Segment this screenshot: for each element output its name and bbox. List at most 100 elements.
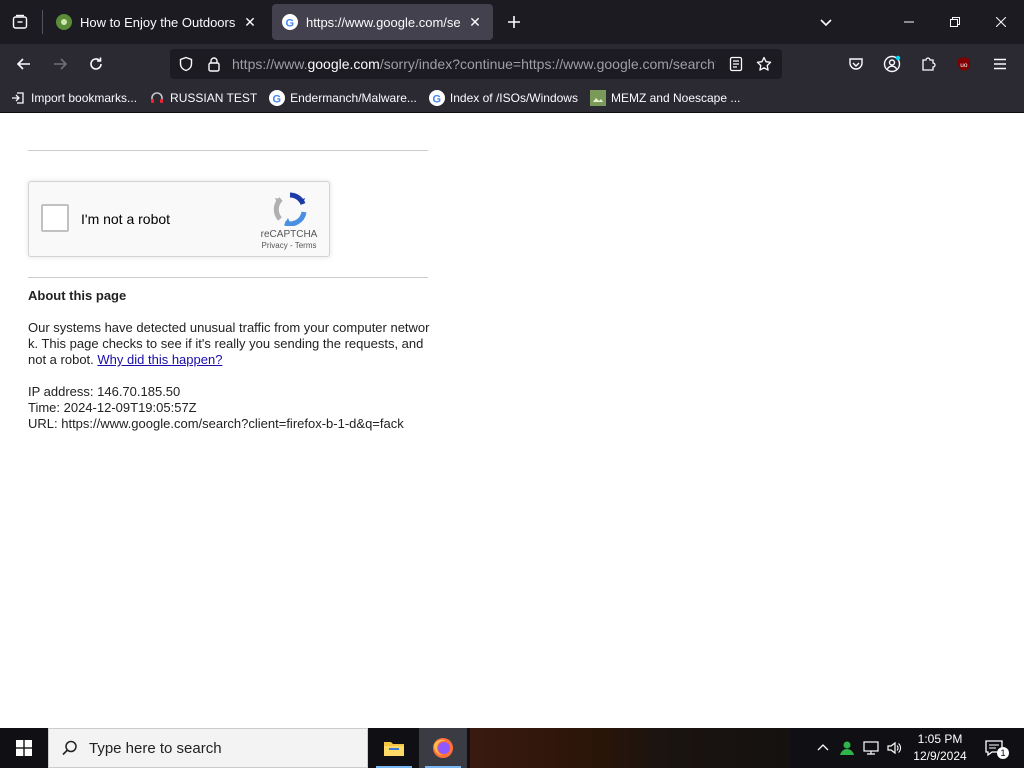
notification-count-badge: 1 — [997, 747, 1009, 759]
firefox-taskbar-button[interactable] — [419, 728, 467, 768]
network-button[interactable] — [860, 728, 882, 768]
plus-icon — [508, 16, 520, 28]
privacy-link[interactable]: Privacy — [262, 241, 288, 250]
hamburger-menu-icon — [994, 58, 1006, 70]
bookmark-endermanch[interactable]: G Endermanch/Malware... — [269, 86, 417, 110]
tab-title: https://www.google.com/searc — [306, 14, 461, 30]
close-window-button[interactable] — [978, 0, 1024, 44]
account-button[interactable] — [876, 48, 908, 80]
clock-time: 1:05 PM — [917, 732, 963, 746]
ublock-origin-button[interactable]: uo — [948, 48, 980, 80]
user-tray-button[interactable] — [836, 728, 858, 768]
windows-logo-icon — [16, 740, 32, 756]
clock-date: 12/9/2024 — [913, 749, 967, 763]
terms-link[interactable]: Terms — [295, 241, 317, 250]
puzzle-piece-icon — [922, 57, 936, 71]
start-button[interactable] — [0, 728, 48, 768]
reload-icon — [90, 57, 102, 70]
bookmark-isos-windows[interactable]: G Index of /ISOs/Windows — [428, 86, 578, 110]
back-arrow-icon — [16, 58, 30, 70]
firefox-view-icon — [12, 14, 28, 29]
why-did-this-happen-link[interactable]: Why did this happen? — [97, 352, 222, 367]
tab-divider — [42, 10, 43, 34]
bookmark-russian-test[interactable]: RUSSIAN TEST — [149, 86, 257, 110]
forward-button[interactable] — [44, 48, 76, 80]
close-tab-icon[interactable]: ✕ — [242, 14, 258, 30]
svg-text:G: G — [286, 18, 295, 29]
recaptcha-links: Privacy - Terms — [249, 241, 329, 250]
bookmark-star-icon[interactable] — [756, 56, 772, 77]
bookmarks-toolbar: Import bookmarks... RUSSIAN TEST G Ender… — [0, 84, 1024, 113]
svg-text:uo: uo — [960, 62, 968, 69]
image-icon — [589, 90, 606, 106]
minimize-icon — [904, 21, 914, 23]
tracking-protection-shield-icon[interactable] — [178, 56, 194, 77]
recaptcha-checkbox[interactable] — [41, 204, 69, 232]
taskbar-search-placeholder: Type here to search — [89, 739, 222, 757]
minimize-button[interactable] — [886, 0, 932, 44]
lock-icon[interactable] — [206, 56, 222, 77]
close-tab-icon[interactable]: ✕ — [467, 14, 483, 30]
file-explorer-button[interactable] — [370, 728, 418, 768]
firefox-icon — [433, 738, 453, 758]
firefox-view-button[interactable] — [4, 6, 36, 38]
bookmark-label: MEMZ and Noescape ... — [610, 91, 741, 105]
account-icon — [883, 55, 901, 73]
url-text[interactable]: https://www.google.com/sorry/index?conti… — [232, 49, 716, 79]
back-button[interactable] — [8, 48, 40, 80]
recaptcha-logo-icon — [273, 192, 307, 226]
bookmark-memz[interactable]: MEMZ and Noescape ... — [589, 86, 741, 110]
divider — [28, 277, 428, 278]
page-content: I'm not a robot reCAPTCHA Privacy - Term… — [0, 113, 1024, 728]
taskbar-clock[interactable]: 1:05 PM 12/9/2024 — [906, 731, 974, 765]
show-hidden-icons-button[interactable] — [812, 728, 834, 768]
taskbar-search-box[interactable]: Type here to search — [48, 728, 368, 768]
bookmark-import[interactable]: Import bookmarks... — [10, 86, 137, 110]
recaptcha-widget: I'm not a robot reCAPTCHA Privacy - Term… — [28, 181, 330, 257]
url-path: /sorry/index?continue=https://www.google… — [379, 56, 716, 72]
tab-strip: How to Enjoy the Outdoors (wit ✕ G https… — [0, 0, 1024, 44]
app-menu-button[interactable] — [984, 48, 1016, 80]
request-url: URL: https://www.google.com/search?clien… — [28, 416, 404, 431]
ip-address: IP address: 146.70.185.50 — [28, 384, 181, 399]
volume-button[interactable] — [883, 728, 905, 768]
timestamp: Time: 2024-12-09T19:05:57Z — [28, 400, 197, 415]
recaptcha-brand: reCAPTCHA — [260, 229, 318, 240]
svg-text:G: G — [432, 94, 441, 105]
restore-button[interactable] — [932, 0, 978, 44]
google-g-icon: G — [269, 90, 286, 106]
bookmark-label: Endermanch/Malware... — [290, 91, 417, 105]
pocket-icon — [849, 58, 863, 70]
restore-icon — [950, 17, 960, 27]
close-icon — [996, 17, 1006, 27]
recaptcha-label: I'm not a robot — [81, 211, 171, 227]
tab-title: How to Enjoy the Outdoors (wit — [80, 14, 236, 30]
ublock-origin-icon: uo — [958, 57, 970, 71]
network-icon — [863, 741, 879, 755]
action-center-button[interactable]: 1 — [978, 728, 1010, 768]
navigation-toolbar: https://www.google.com/sorry/index?conti… — [0, 44, 1024, 84]
headset-icon — [149, 90, 165, 106]
url-host: google.com — [307, 56, 380, 72]
url-bar[interactable]: https://www.google.com/sorry/index?conti… — [170, 49, 782, 79]
pocket-button[interactable] — [840, 48, 872, 80]
outdoors-favicon-icon — [56, 14, 72, 30]
new-tab-button[interactable] — [498, 6, 530, 38]
extensions-button[interactable] — [912, 48, 944, 80]
divider — [28, 150, 428, 151]
tab-outdoors[interactable]: How to Enjoy the Outdoors (wit ✕ — [46, 4, 268, 40]
speaker-icon — [887, 741, 901, 755]
about-title: About this page — [28, 288, 127, 303]
list-all-tabs-button[interactable] — [810, 6, 842, 38]
windows-taskbar: Type here to search 1:05 PM 12/9/2024 1 — [0, 728, 1024, 768]
chevron-down-icon — [820, 19, 832, 27]
bookmark-label: RUSSIAN TEST — [170, 91, 258, 105]
link-separator: - — [289, 241, 293, 250]
reader-view-icon[interactable] — [728, 56, 744, 77]
taskbar-wallpaper — [470, 728, 790, 768]
folder-icon — [384, 742, 404, 756]
tab-google-search[interactable]: G https://www.google.com/searc ✕ — [272, 4, 493, 40]
google-g-icon: G — [428, 90, 445, 106]
google-favicon-icon: G — [282, 14, 298, 30]
reload-button[interactable] — [80, 48, 112, 80]
